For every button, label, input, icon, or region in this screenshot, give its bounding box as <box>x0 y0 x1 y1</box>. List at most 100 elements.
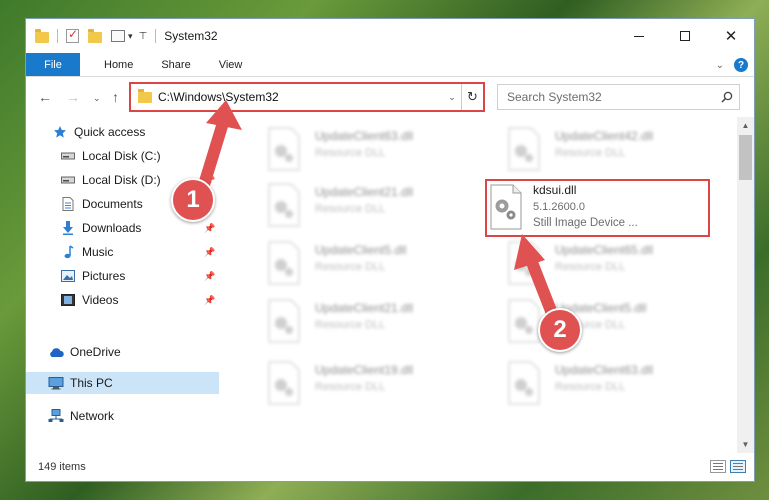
tab-home[interactable]: Home <box>90 53 147 76</box>
cloud-icon <box>48 345 64 359</box>
drive-icon <box>60 173 76 187</box>
highlighted-file-tile[interactable]: kdsui.dll 5.1.2600.0 Still Image Device … <box>485 179 710 237</box>
sidebar-item-music[interactable]: Music 📌 <box>26 241 219 263</box>
minimize-button[interactable] <box>616 19 662 53</box>
vertical-scrollbar[interactable]: ▲ ▼ <box>737 117 754 453</box>
file-name: UpdateClient21.dll <box>315 185 414 199</box>
pin-icon[interactable]: 📌 <box>204 223 215 234</box>
computer-icon <box>48 376 64 390</box>
quick-access-toolbar: ▾ ⊤ <box>26 19 155 53</box>
sidebar-item-label: Videos <box>82 293 119 307</box>
tab-share[interactable]: Share <box>147 53 204 76</box>
dll-file-icon <box>268 127 300 171</box>
window-title: System32 <box>164 29 218 43</box>
minimize-icon <box>634 35 644 37</box>
star-icon <box>52 125 68 139</box>
properties-check-icon[interactable] <box>66 27 79 43</box>
divider <box>57 29 58 43</box>
file-tile[interactable]: UpdateClient42.dll Resource DLL <box>481 123 711 179</box>
sidebar-item-network[interactable]: Network <box>26 405 219 427</box>
file-tile[interactable]: UpdateClient5.dll Resource DLL <box>481 295 711 351</box>
scrollbar-thumb[interactable] <box>739 135 752 180</box>
scroll-up-icon[interactable]: ▲ <box>737 117 754 134</box>
tab-file[interactable]: File <box>26 53 80 76</box>
pin-icon[interactable]: 📌 <box>204 295 215 306</box>
new-folder-icon[interactable] <box>88 28 102 43</box>
close-button[interactable]: ✕ <box>708 19 754 53</box>
file-name: UpdateClient63.dll <box>315 129 414 143</box>
file-version: 5.1.2600.0 <box>533 201 585 213</box>
file-tile[interactable]: UpdateClient5.dll Resource DLL <box>241 237 471 293</box>
sidebar-item-label: Local Disk (C:) <box>82 149 161 163</box>
step-1-badge: 1 <box>171 178 215 222</box>
file-tile[interactable]: UpdateClient63.dll Resource DLL <box>481 357 711 413</box>
explorer-window: ▾ ⊤ System32 ✕ File Home Share View ⌄ ? … <box>25 18 755 482</box>
file-type: Resource DLL <box>555 261 626 273</box>
file-name: UpdateClient65.dll <box>555 243 654 257</box>
dll-file-icon <box>268 241 300 285</box>
ribbon-tabs: File Home Share View ⌄ ? <box>26 53 754 77</box>
sidebar-item-this-pc[interactable]: This PC <box>26 372 219 394</box>
file-type: Resource DLL <box>315 381 386 393</box>
expand-ribbon-icon[interactable]: ⌄ <box>716 60 724 71</box>
help-icon[interactable]: ? <box>734 58 748 72</box>
pin-icon[interactable]: 📌 <box>204 271 215 282</box>
dll-file-icon <box>268 299 300 343</box>
divider <box>155 29 157 43</box>
up-button[interactable]: ↑ <box>112 89 119 105</box>
folder-icon <box>138 88 152 103</box>
chevron-down-icon[interactable]: ▾ <box>128 31 133 42</box>
drive-icon <box>60 149 76 163</box>
scroll-down-icon[interactable]: ▼ <box>737 436 754 453</box>
file-tile[interactable]: UpdateClient21.dll Resource DLL <box>241 179 471 235</box>
pictures-icon <box>60 269 76 283</box>
file-name: UpdateClient21.dll <box>315 301 414 315</box>
sidebar-item-label: Quick access <box>74 125 146 139</box>
back-button[interactable]: ← <box>38 89 52 105</box>
dll-file-icon <box>508 361 540 405</box>
file-name: kdsui.dll <box>533 183 577 197</box>
file-tile[interactable]: UpdateClient65.dll Resource DLL <box>481 237 711 293</box>
address-dropdown-icon[interactable]: ⌄ <box>443 92 461 103</box>
videos-icon <box>60 293 76 307</box>
status-bar: 149 items <box>26 453 754 481</box>
search-icon[interactable] <box>715 91 739 103</box>
file-name: UpdateClient19.dll <box>315 363 414 377</box>
sidebar-item-pictures[interactable]: Pictures 📌 <box>26 265 219 287</box>
properties-icon[interactable] <box>111 30 125 42</box>
customize-toolbar-icon[interactable]: ⊤ <box>139 31 148 42</box>
maximize-button[interactable] <box>662 19 708 53</box>
sidebar-item-local-disk-c[interactable]: Local Disk (C:) <box>26 145 219 167</box>
address-bar[interactable]: C:\Windows\System32 ⌄ ↻ <box>129 82 485 112</box>
tab-view[interactable]: View <box>205 53 257 76</box>
step-2-badge: 2 <box>538 308 582 352</box>
refresh-button[interactable]: ↻ <box>461 84 483 110</box>
address-path[interactable]: C:\Windows\System32 <box>158 90 443 104</box>
file-type: Resource DLL <box>315 261 386 273</box>
address-row: ← → ⌄ ↑ C:\Windows\System32 ⌄ ↻ <box>26 77 754 117</box>
file-tile[interactable]: UpdateClient63.dll Resource DLL <box>241 123 471 179</box>
dll-file-icon <box>508 127 540 171</box>
sidebar-item-label: Music <box>82 245 114 259</box>
recent-locations-button[interactable]: ⌄ <box>93 93 101 104</box>
view-switcher <box>710 460 746 473</box>
file-tile[interactable]: UpdateClient19.dll Resource DLL <box>241 357 471 413</box>
details-view-button[interactable] <box>710 460 726 473</box>
search-input[interactable] <box>507 90 715 104</box>
tiles-view-button[interactable] <box>730 460 746 473</box>
details-view-icon <box>713 466 723 467</box>
file-list: UpdateClient63.dll Resource DLL UpdateCl… <box>219 117 737 453</box>
sidebar-item-onedrive[interactable]: OneDrive <box>26 341 219 363</box>
documents-icon <box>60 197 76 211</box>
file-type: Resource DLL <box>315 147 386 159</box>
sidebar-item-quick-access[interactable]: Quick access <box>26 121 219 143</box>
sidebar-item-label: Local Disk (D:) <box>82 173 161 187</box>
file-tile[interactable]: UpdateClient21.dll Resource DLL <box>241 295 471 351</box>
file-type: Resource DLL <box>555 147 626 159</box>
forward-button[interactable]: → <box>66 89 80 105</box>
sidebar-item-videos[interactable]: Videos 📌 <box>26 289 219 311</box>
pin-icon[interactable]: 📌 <box>204 247 215 258</box>
dll-file-icon <box>268 361 300 405</box>
search-box[interactable] <box>497 84 740 110</box>
caption-buttons: ✕ <box>616 19 754 53</box>
